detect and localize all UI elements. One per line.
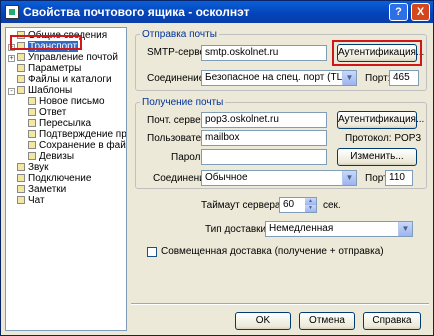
folder-icon [17,196,25,204]
folder-icon [28,152,36,160]
tree-item-label: Файлы и каталоги [28,74,112,85]
tree-item-label: Звук [28,162,49,173]
expander-icon[interactable]: + [8,55,15,62]
tree-item[interactable]: Звук [8,162,49,173]
tree-item-label: Чат [28,195,45,206]
user-input[interactable]: mailbox [201,130,327,146]
outgoing-legend: Отправка почты [142,29,217,40]
chevron-down-icon[interactable]: ▼ [342,171,356,185]
folder-icon [17,163,25,171]
settings-tree[interactable]: Общие сведения + Транспорт + Управление почт… [5,27,127,331]
timeout-spinner[interactable]: ▲ ▼ [305,198,316,212]
pop-server-label: Почт. сервер: [147,115,209,126]
tree-item[interactable]: - Шаблоны [8,85,72,96]
smtp-port-label: Порт: [365,73,391,84]
tree-item-label: Заметки [28,184,67,195]
delivery-type-value: Немедленная [269,223,334,234]
ok-button[interactable]: OK [235,312,291,330]
tree-item-label: Ответ [39,107,67,118]
tree-item[interactable]: Сохранение в файл [28,140,127,151]
arrow-up-icon[interactable]: ▲ [305,198,316,205]
title-bar[interactable]: Свойства почтового ящика - осколнэт ? X [1,1,433,23]
arrow-down-icon[interactable]: ▼ [305,205,316,212]
tree-item-label: Шаблоны [28,85,73,96]
delivery-type-select[interactable]: Немедленная ▼ [265,221,413,237]
incoming-legend: Получение почты [142,97,224,108]
folder-icon [17,75,25,83]
tree-item[interactable]: Файлы и каталоги [8,74,112,85]
delivery-label: Тип доставки: [205,224,269,235]
folder-icon [17,64,25,72]
folder-icon [28,119,36,127]
highlight-transport [10,35,82,50]
folder-icon [28,108,36,116]
highlight-auth [332,40,422,66]
timeout-unit: сек. [323,200,341,211]
folder-icon [28,130,36,138]
tree-item[interactable]: + Управление почтой [8,52,118,63]
folder-icon [17,185,25,193]
smtp-conn-label: Соединение: [147,73,208,84]
pop-connection-value: Обычное [205,172,248,183]
tree-item-label: Пересылка [39,118,92,129]
folder-icon [17,174,25,182]
help-title-button[interactable]: ? [389,3,408,21]
tree-item[interactable]: Подтверждение прочт [28,129,127,140]
pop-server-input[interactable]: pop3.oskolnet.ru [201,112,327,128]
folder-icon [28,141,36,149]
folder-icon [28,97,36,105]
timeout-input[interactable]: 60 ▲ ▼ [279,197,317,213]
pop-connection-select[interactable]: Обычное ▼ [201,170,357,186]
protocol-text: Протокол: POP3 [345,133,422,144]
smtp-connection-value: Безопасное на спец. порт (TLS) [205,72,353,83]
tree-item[interactable]: Подключение [8,173,91,184]
change-password-button[interactable]: Изменить... [337,148,417,166]
tree-item-label: Девизы [39,151,75,162]
help-button[interactable]: Справка [363,312,421,330]
tree-item-label: Подтверждение прочт [39,129,127,140]
folder-icon [17,86,25,94]
tree-item[interactable]: Новое письмо [28,96,105,107]
password-input[interactable] [201,149,327,165]
combined-delivery-label[interactable]: Совмещенная доставка (получение + отправ… [161,246,384,257]
folder-icon [17,53,25,61]
smtp-port-input[interactable]: 465 [389,70,419,86]
smtp-connection-select[interactable]: Безопасное на спец. порт (TLS) ▼ [201,70,357,86]
tree-item[interactable]: Пересылка [28,118,91,129]
tree-item[interactable]: Ответ [28,107,66,118]
tree-item-label: Подключение [28,173,92,184]
pop-port-input[interactable]: 110 [385,170,413,186]
chevron-down-icon[interactable]: ▼ [342,71,356,85]
timeout-value: 60 [283,199,295,210]
tree-item-label: Сохранение в файл [39,140,127,151]
tree-item[interactable]: Параметры [8,63,81,74]
tree-item-label: Новое письмо [39,96,105,107]
tree-item[interactable]: Заметки [8,184,66,195]
properties-dialog: Свойства почтового ящика - осколнэт ? X … [0,0,434,336]
pop-auth-button[interactable]: Аутентификация... [337,111,424,129]
combined-delivery-checkbox[interactable] [147,247,157,257]
tree-item[interactable]: Девизы [28,151,74,162]
tree-item[interactable]: Чат [8,195,45,206]
cancel-button[interactable]: Отмена [299,312,355,330]
window-title: Свойства почтового ящика - осколнэт [23,5,250,19]
footer-divider [131,303,429,305]
timeout-label: Таймаут сервера: [201,200,284,211]
close-button[interactable]: X [411,3,430,21]
smtp-server-input[interactable]: smtp.oskolnet.ru [201,45,327,61]
chevron-down-icon[interactable]: ▼ [398,222,412,236]
mailbox-icon [5,5,19,19]
tree-item-label: Управление почтой [28,52,118,63]
tree-item-label: Параметры [28,63,82,74]
expander-icon[interactable]: - [8,88,15,95]
